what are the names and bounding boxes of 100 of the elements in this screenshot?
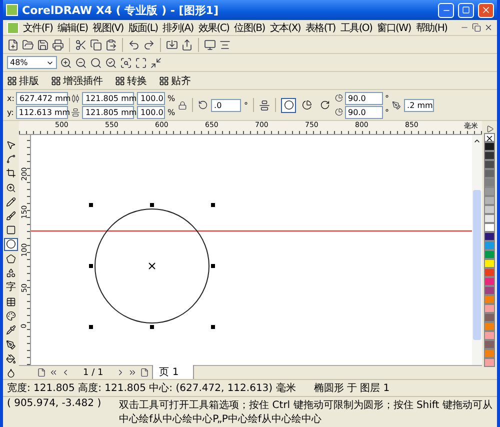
import-icon[interactable] bbox=[166, 38, 178, 50]
zoom-select-icon[interactable] bbox=[120, 56, 132, 68]
color-swatch[interactable] bbox=[484, 214, 495, 223]
color-swatch[interactable] bbox=[484, 322, 495, 331]
paste-icon[interactable] bbox=[105, 38, 117, 50]
fill-tool[interactable] bbox=[4, 352, 18, 365]
restore-icon[interactable] bbox=[472, 23, 481, 32]
scale-x-field[interactable]: 100.0 bbox=[137, 92, 166, 104]
toolbar-button[interactable]: 增强插件 bbox=[51, 74, 109, 88]
color-swatch[interactable] bbox=[484, 295, 495, 304]
freehand-tool[interactable] bbox=[4, 196, 18, 208]
menu-item[interactable]: 视图(V) bbox=[92, 20, 124, 34]
close-icon[interactable] bbox=[484, 23, 493, 32]
vertical-scrollbar[interactable] bbox=[472, 135, 482, 365]
outline-width-field[interactable]: .2 mm bbox=[404, 98, 434, 112]
color-swatch[interactable] bbox=[484, 250, 495, 259]
export-icon[interactable] bbox=[181, 38, 193, 50]
undo-icon[interactable] bbox=[128, 38, 140, 50]
start-angle-field[interactable]: 90.0 bbox=[345, 92, 384, 104]
effects-tool[interactable] bbox=[4, 310, 18, 322]
rotation-field[interactable]: .0 bbox=[211, 98, 242, 112]
color-swatch[interactable] bbox=[484, 196, 495, 205]
close-button[interactable] bbox=[478, 2, 494, 18]
scroll-up-icon[interactable] bbox=[473, 137, 481, 145]
mirror-icon[interactable] bbox=[259, 100, 270, 110]
color-swatch[interactable] bbox=[484, 286, 495, 295]
selection-handle[interactable] bbox=[89, 264, 93, 268]
menu-item[interactable]: 帮助(H) bbox=[414, 20, 448, 34]
zoom-tool[interactable] bbox=[4, 182, 18, 194]
toolbar-button[interactable]: 贴齐 bbox=[159, 74, 197, 88]
zoom-page-icon[interactable] bbox=[150, 56, 162, 68]
page-tab[interactable]: 页 1 bbox=[152, 365, 194, 380]
color-swatch[interactable] bbox=[484, 358, 495, 367]
menu-item[interactable]: 版面(L) bbox=[127, 20, 159, 34]
eyedropper-tool[interactable] bbox=[4, 324, 18, 336]
color-swatch[interactable] bbox=[484, 205, 495, 214]
no-color-swatch[interactable] bbox=[484, 133, 495, 142]
monitor-icon[interactable] bbox=[204, 38, 216, 50]
height-field[interactable]: 121.805 mm bbox=[82, 106, 134, 118]
palette-arrow-icon[interactable] bbox=[486, 125, 494, 133]
table-tool[interactable] bbox=[4, 296, 18, 308]
scrollbar-thumb[interactable] bbox=[473, 190, 481, 340]
scissors-icon[interactable] bbox=[75, 38, 87, 50]
color-swatch[interactable] bbox=[484, 268, 495, 277]
maximize-button[interactable] bbox=[458, 2, 474, 18]
search-icon[interactable] bbox=[90, 56, 102, 68]
zoom-dropdown[interactable]: 48% bbox=[7, 56, 57, 69]
page-icon[interactable] bbox=[37, 368, 46, 377]
zoom-out-icon[interactable] bbox=[75, 56, 87, 68]
color-swatch[interactable] bbox=[484, 259, 495, 268]
align-icon[interactable] bbox=[219, 38, 231, 50]
new-file-icon[interactable] bbox=[7, 38, 19, 50]
add-page-icon[interactable] bbox=[140, 368, 150, 377]
menu-item[interactable]: 位图(B) bbox=[233, 20, 266, 34]
ellipse-mode-button[interactable] bbox=[281, 98, 296, 112]
color-swatch[interactable] bbox=[484, 160, 495, 169]
menu-item[interactable]: 表格(T) bbox=[304, 20, 336, 34]
color-swatch[interactable] bbox=[484, 223, 495, 232]
menu-item[interactable]: 工具(O) bbox=[339, 20, 374, 34]
text-tool[interactable]: 字 bbox=[4, 280, 18, 294]
menu-item[interactable]: 文本(X) bbox=[268, 20, 302, 34]
last-page-icon[interactable] bbox=[128, 368, 138, 377]
outline-pen-tool[interactable] bbox=[4, 338, 18, 351]
selection-handle[interactable] bbox=[150, 203, 154, 207]
previous-page-icon[interactable] bbox=[61, 368, 70, 377]
rectangle-tool[interactable] bbox=[4, 224, 18, 236]
toolbar-button[interactable]: 转换 bbox=[115, 74, 153, 88]
color-swatch[interactable] bbox=[484, 340, 495, 349]
brush-tool[interactable] bbox=[4, 210, 18, 222]
polygon-tool[interactable] bbox=[4, 252, 18, 265]
x-field[interactable]: 627.472 mm bbox=[16, 92, 68, 104]
color-swatch[interactable] bbox=[484, 277, 495, 286]
redo-icon[interactable] bbox=[143, 38, 155, 50]
color-swatch[interactable] bbox=[484, 241, 495, 250]
crop-tool[interactable] bbox=[4, 167, 18, 180]
zoom-in-icon[interactable] bbox=[60, 56, 72, 68]
color-swatch[interactable] bbox=[484, 349, 495, 358]
selection-handle[interactable] bbox=[89, 203, 93, 207]
menu-item[interactable]: 文件(F) bbox=[22, 20, 54, 34]
ellipse-tool[interactable] bbox=[4, 238, 18, 250]
first-page-icon[interactable] bbox=[49, 368, 58, 377]
minimize-button[interactable] bbox=[438, 2, 454, 18]
scale-y-field[interactable]: 100.0 bbox=[137, 106, 166, 118]
menu-item[interactable]: 编辑(E) bbox=[56, 20, 89, 34]
menu-item[interactable]: 效果(C) bbox=[197, 20, 230, 34]
selection-handle[interactable] bbox=[211, 203, 215, 207]
selection-handle[interactable] bbox=[89, 325, 93, 329]
toolbar-button[interactable]: 排版 bbox=[7, 74, 45, 88]
color-swatch[interactable] bbox=[484, 232, 495, 241]
zoom-check-icon[interactable] bbox=[105, 56, 117, 68]
folder-icon[interactable] bbox=[22, 38, 34, 50]
selection-handle[interactable] bbox=[150, 325, 154, 329]
y-field[interactable]: 112.613 mm bbox=[16, 106, 68, 118]
shape-tool-tool[interactable] bbox=[4, 153, 18, 166]
menu-item[interactable]: 排列(A) bbox=[162, 20, 194, 34]
save-icon[interactable] bbox=[37, 38, 49, 50]
copy-icon[interactable] bbox=[90, 38, 102, 50]
shapes-tool[interactable] bbox=[4, 266, 18, 279]
color-swatch[interactable] bbox=[484, 304, 495, 313]
printer-icon[interactable] bbox=[52, 38, 64, 50]
